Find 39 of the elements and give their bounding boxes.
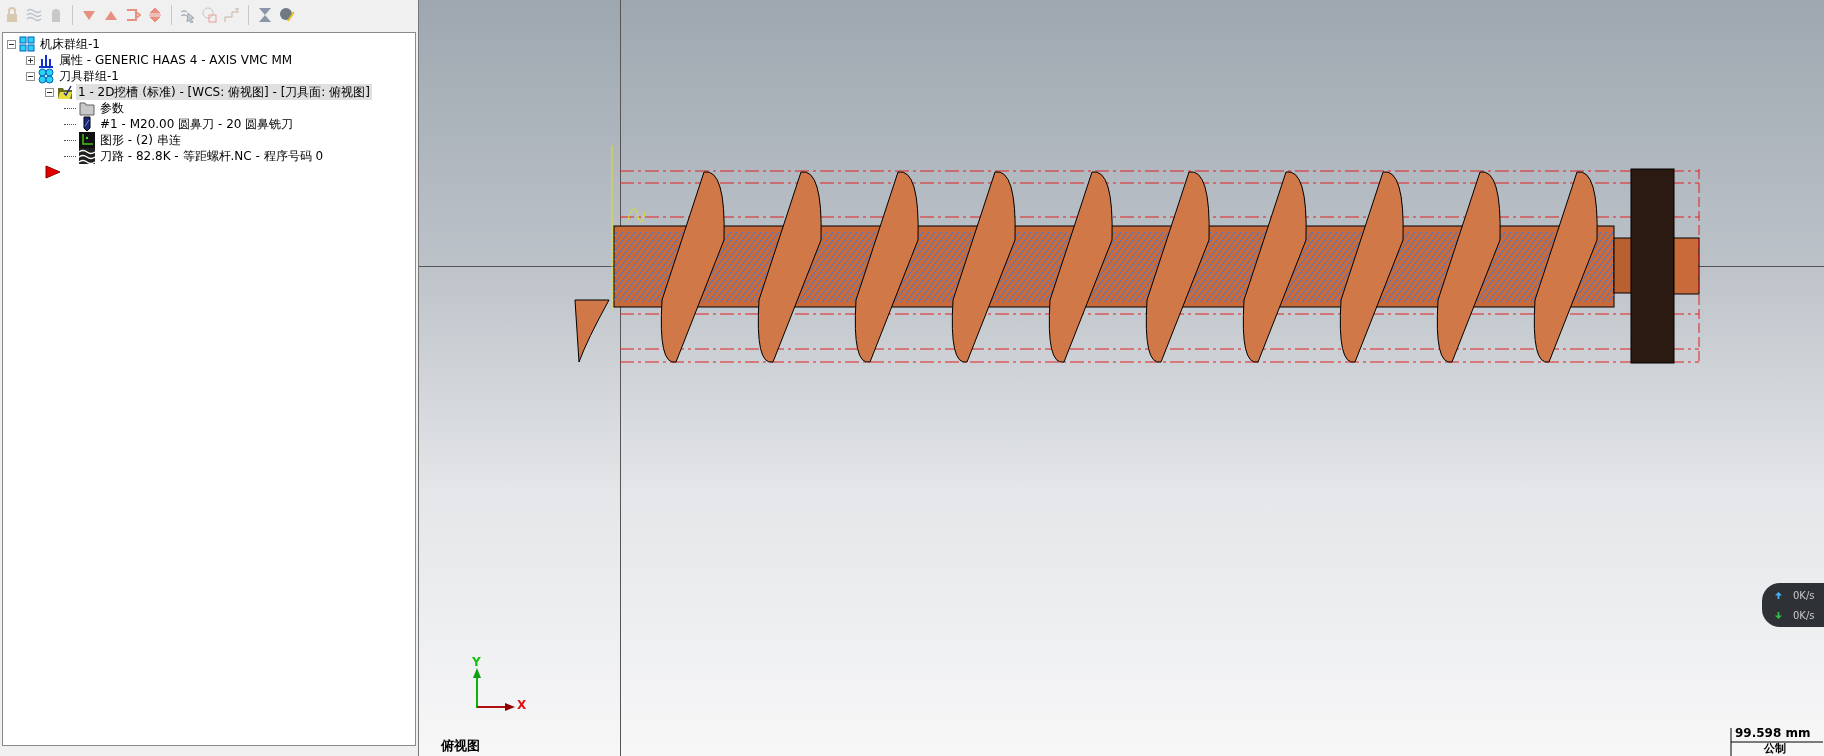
waves-icon[interactable] — [26, 7, 42, 23]
axis-x-arrow — [476, 703, 515, 711]
tree-item[interactable]: #1 - M20.00 圆鼻刀 - 20 圆鼻铣刀 — [98, 116, 296, 132]
step-icon[interactable] — [224, 7, 240, 23]
bars-icon — [38, 52, 54, 68]
tree-item[interactable]: 机床群组-1 — [38, 36, 102, 52]
axis-label: Y — [472, 655, 481, 669]
tree-item[interactable]: 刀路 - 82.8K - 等距螺杆.NC - 程序号码 0 — [98, 148, 326, 164]
tree-item[interactable]: 图形 - (2) 串连 — [98, 132, 183, 148]
tree-item[interactable]: 属性 - GENERIC HAAS 4 - AXIS VMC MM — [57, 52, 295, 68]
upload-arrow-icon — [1774, 590, 1783, 600]
tree-item[interactable]: 1 - 2D挖槽 (标准) - [WCS: 俯视图] - [刀具面: 俯视图] — [76, 84, 372, 100]
circles-icon — [38, 68, 54, 84]
tree-item[interactable]: 参数 — [98, 100, 126, 116]
folder-check-icon — [57, 84, 73, 100]
cursor-icon[interactable] — [180, 7, 196, 23]
insert-arrow-icon — [45, 165, 61, 179]
speed-reading: 0K/s — [1793, 589, 1815, 601]
speed-reading: 0K/s — [1793, 609, 1815, 621]
axis-y-arrow — [473, 668, 481, 709]
lock-icon[interactable] — [4, 7, 20, 23]
download-arrow-icon — [1774, 610, 1783, 620]
tree-item[interactable]: 刀具群组-1 — [57, 68, 121, 84]
expander-icon[interactable] — [7, 39, 16, 49]
up-down-icon[interactable] — [147, 7, 163, 23]
units-label: 公制 — [1764, 741, 1786, 756]
circle-square-icon[interactable] — [202, 7, 218, 23]
ball-pencil-icon[interactable] — [279, 7, 295, 23]
scale-value: 99.598 mm — [1735, 726, 1811, 740]
hourglass-icon[interactable] — [257, 7, 273, 23]
grid-icon — [19, 36, 35, 52]
axis-label: X — [517, 698, 527, 712]
expander-icon[interactable] — [45, 87, 54, 97]
expander-icon[interactable] — [26, 71, 35, 81]
toolpath-icon — [79, 148, 95, 164]
geometry-icon — [79, 132, 95, 148]
expander-icon[interactable] — [26, 55, 35, 65]
arrow-icon[interactable] — [125, 7, 141, 23]
view-label: 俯视图 — [441, 737, 480, 755]
